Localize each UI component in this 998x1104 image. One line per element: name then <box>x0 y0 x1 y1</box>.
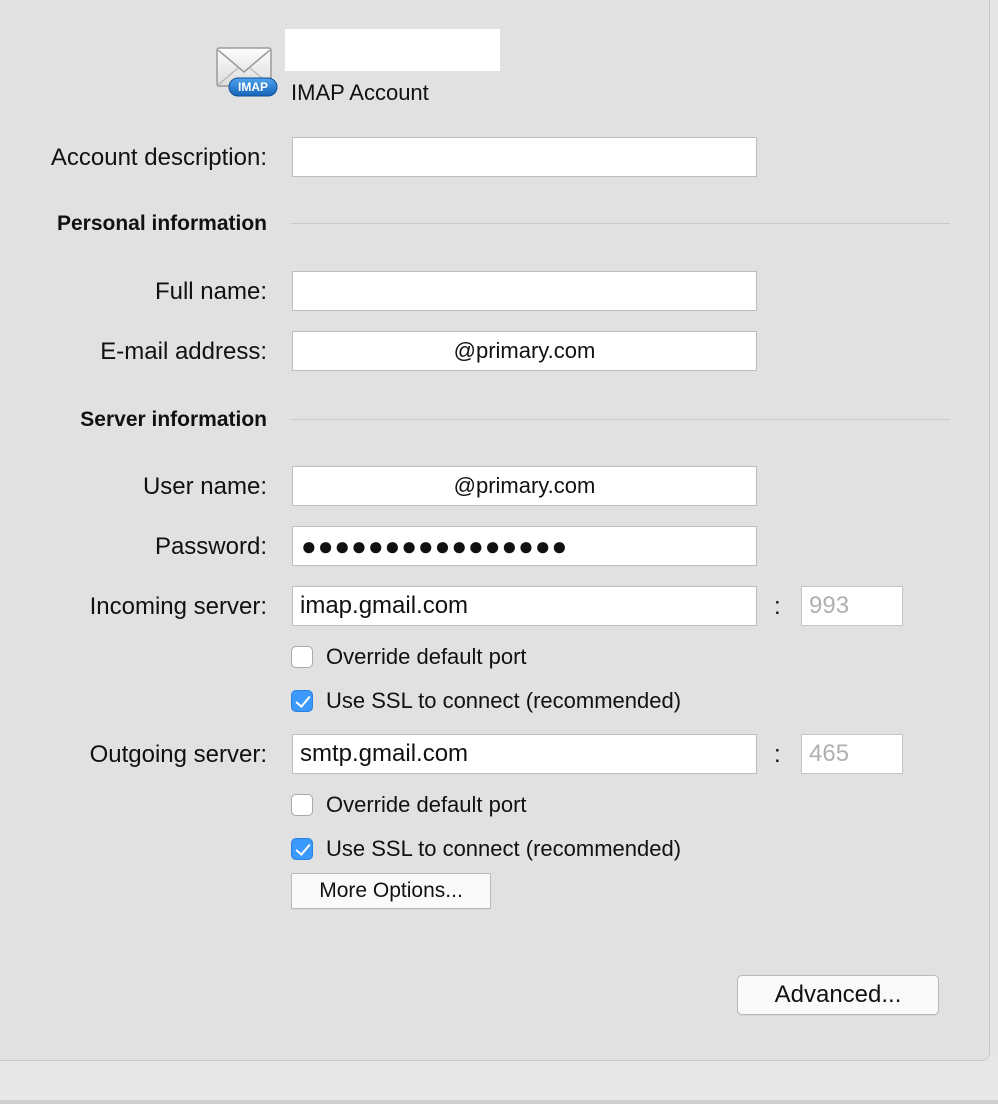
incoming-ssl-option[interactable]: Use SSL to connect (recommended) <box>291 687 681 715</box>
port-separator: : <box>774 593 781 620</box>
user-name-label: User name: <box>142 473 267 500</box>
outgoing-ssl-label: Use SSL to connect (recommended) <box>326 836 682 861</box>
incoming-ssl-label: Use SSL to connect (recommended) <box>326 688 682 713</box>
personal-information-heading: Personal information <box>56 212 267 235</box>
outgoing-port-input[interactable]: 465 <box>801 734 903 774</box>
incoming-override-port-checkbox[interactable] <box>291 646 313 668</box>
incoming-server-label: Incoming server: <box>89 593 267 620</box>
more-options-button[interactable]: More Options... <box>291 873 491 909</box>
imap-mail-icon: IMAP <box>216 47 278 97</box>
incoming-server-input[interactable]: imap.gmail.com <box>292 586 757 626</box>
password-label: Password: <box>154 533 267 560</box>
user-name-input[interactable]: @primary.com <box>292 466 757 506</box>
advanced-button[interactable]: Advanced... <box>737 975 939 1015</box>
email-address-input[interactable]: @primary.com <box>292 331 757 371</box>
account-description-label: Account description: <box>50 144 267 171</box>
outgoing-ssl-checkbox[interactable] <box>291 838 313 860</box>
divider <box>0 1100 998 1104</box>
section-divider <box>291 223 950 224</box>
port-separator: : <box>774 741 781 768</box>
outgoing-ssl-option[interactable]: Use SSL to connect (recommended) <box>291 835 681 863</box>
incoming-ssl-checkbox[interactable] <box>291 690 313 712</box>
account-name-display <box>285 29 500 71</box>
account-description-input[interactable] <box>292 137 757 177</box>
server-information-heading: Server information <box>80 408 267 431</box>
incoming-port-input[interactable]: 993 <box>801 586 903 626</box>
account-settings-panel: IMAP IMAP Account Account description: P… <box>0 0 990 1061</box>
outgoing-override-port-option[interactable]: Override default port <box>291 791 527 819</box>
email-address-label: E-mail address: <box>100 338 267 365</box>
account-type-label: IMAP Account <box>291 80 429 105</box>
section-divider <box>291 419 950 420</box>
outgoing-server-label: Outgoing server: <box>89 741 267 768</box>
password-input[interactable]: ●●●●●●●●●●●●●●●● <box>292 526 757 566</box>
outgoing-override-port-label: Override default port <box>326 792 527 817</box>
outgoing-server-input[interactable]: smtp.gmail.com <box>292 734 757 774</box>
full-name-input[interactable] <box>292 271 757 311</box>
imap-badge-text: IMAP <box>238 80 268 94</box>
incoming-override-port-option[interactable]: Override default port <box>291 643 527 671</box>
incoming-override-port-label: Override default port <box>326 644 527 669</box>
window-bottom-bar <box>0 1062 998 1104</box>
full-name-label: Full name: <box>154 278 267 305</box>
outgoing-override-port-checkbox[interactable] <box>291 794 313 816</box>
